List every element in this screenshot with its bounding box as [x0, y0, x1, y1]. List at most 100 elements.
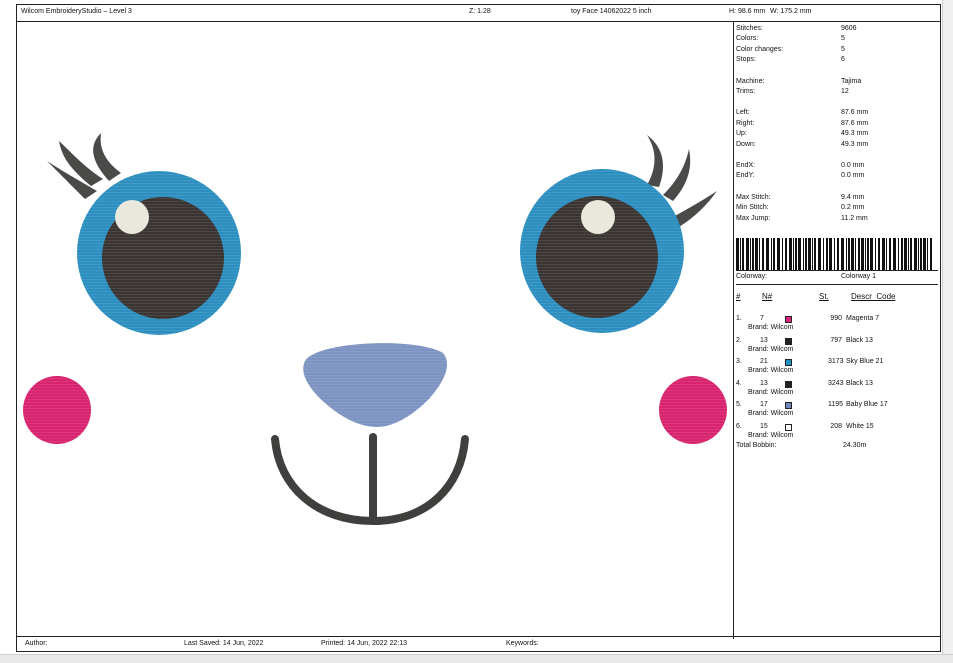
zoom-readout: Z: 1.28 — [469, 8, 491, 15]
stat-value: 87.6 mm — [841, 109, 869, 116]
barcode-bar — [736, 238, 739, 270]
barcode-bar — [746, 238, 749, 270]
row-stitches: 1195 — [828, 401, 844, 408]
vertical-scrollbar[interactable] — [942, 0, 953, 663]
barcode-bar — [755, 238, 758, 270]
barcode-bar — [771, 238, 772, 270]
stat-label: Stitches: — [736, 25, 763, 32]
col-header-descr-code: Descr_Code — [851, 292, 896, 301]
horizontal-scrollbar[interactable] — [0, 654, 953, 663]
stat-label: Right: — [736, 120, 755, 127]
width-readout: W: 175.2 mm — [770, 8, 812, 15]
row-number: 3. — [736, 358, 742, 365]
row-brand: Brand: Wilcom — [748, 431, 794, 439]
thread-color-swatch — [785, 359, 792, 366]
row-description: White 15 — [846, 422, 874, 430]
barcode-bar — [777, 238, 780, 270]
stat-label: Color changes: — [736, 46, 784, 53]
stat-label: Down: — [736, 141, 756, 148]
barcode-bar — [855, 238, 856, 270]
barcode-bar — [914, 238, 917, 270]
stat-value: 12 — [841, 88, 849, 95]
row-description: Black 13 — [846, 336, 873, 344]
barcode-bar — [795, 238, 797, 270]
barcode-bar — [920, 238, 922, 270]
barcode-bar — [823, 238, 824, 270]
row-stitches: 3243 — [828, 379, 844, 387]
barcode-bar — [773, 238, 775, 270]
stat-value: 49.3 mm — [841, 130, 869, 137]
barcode-bar — [818, 238, 821, 270]
row-stitches: 990 — [830, 315, 842, 322]
design-info-panel: Colorway: Colorway 1 # N# St. Descr_Code… — [734, 21, 942, 639]
barcode-bar — [851, 238, 854, 270]
footer-printed: Printed: 14 Jun, 2022 22:13 — [321, 640, 408, 647]
row-needle: 15 — [760, 422, 768, 430]
barcode-bar — [878, 238, 880, 270]
thread-color-swatch — [785, 402, 792, 409]
row-description: Baby Blue 17 — [846, 401, 888, 408]
row-number: 5. — [736, 401, 742, 408]
right-cheek — [659, 376, 727, 444]
row-brand: Brand: Wilcom — [748, 367, 794, 374]
thread-color-swatch — [785, 380, 792, 388]
stat-label: Left: — [736, 109, 750, 116]
row-needle: 13 — [760, 379, 768, 387]
row-stitches: 3173 — [828, 358, 844, 365]
thread-color-swatch — [785, 337, 792, 345]
barcode-bar — [865, 238, 866, 270]
barcode-bar — [882, 238, 885, 270]
design-name: toy Face 14062022 5 inch — [571, 8, 652, 15]
total-bobbin-value: 24.30m — [843, 442, 867, 449]
barcode-bar — [785, 238, 787, 270]
barcode-bar — [908, 238, 909, 270]
row-stitches: 208 — [830, 422, 842, 430]
colorway-divider — [736, 284, 938, 285]
stat-value: 87.6 mm — [841, 120, 869, 127]
footer-author: Author: — [25, 640, 48, 647]
mouth — [271, 433, 469, 526]
barcode-bar — [837, 238, 839, 270]
barcode-bar — [759, 238, 760, 270]
footer-bar: Author: Last Saved: 14 Jun, 2022 Printed… — [17, 636, 940, 651]
nose — [303, 343, 448, 427]
footer-keywords: Keywords: — [506, 640, 539, 647]
col-header-needle: N# — [762, 292, 773, 301]
barcode-bar — [858, 238, 860, 270]
row-needle: 21 — [760, 358, 768, 365]
barcode-bar — [867, 238, 869, 270]
row-brand: Brand: Wilcom — [748, 388, 794, 396]
barcode — [736, 238, 932, 270]
barcode-bar — [841, 238, 844, 270]
barcode-bar — [762, 238, 764, 270]
barcode-bar — [930, 238, 932, 270]
left-cheek — [23, 376, 91, 444]
barcode-bar — [812, 238, 813, 270]
thread-color-swatch — [785, 316, 792, 323]
stat-value: 5 — [841, 46, 845, 53]
stat-label: Colors: — [736, 35, 759, 42]
barcode-bar — [886, 238, 887, 270]
row-number: 1. — [736, 315, 742, 322]
stat-value: 0.2 mm — [841, 204, 865, 211]
barcode-bar — [846, 238, 847, 270]
stat-value: 5 — [841, 35, 845, 42]
barcode-bar — [814, 238, 816, 270]
barcode-bar — [798, 238, 801, 270]
barcode-bar — [848, 238, 850, 270]
row-number: 4. — [736, 379, 742, 387]
row-brand: Brand: Wilcom — [748, 410, 794, 417]
stat-label: Max Jump: — [736, 215, 771, 222]
barcode-bar — [861, 238, 864, 270]
barcode-bar — [803, 238, 804, 270]
stat-value: Tajima — [841, 78, 862, 85]
col-header-stitches: St. — [819, 292, 829, 301]
barcode-bar — [826, 238, 828, 270]
stat-value: 9606 — [841, 25, 857, 32]
thread-color-swatch — [785, 423, 792, 431]
stat-value: 11.2 mm — [841, 215, 868, 222]
col-header-number: # — [736, 292, 741, 301]
stat-value: 0.0 mm — [841, 162, 865, 169]
stat-value: 6 — [841, 56, 845, 63]
stat-label: Stops: — [736, 56, 756, 63]
